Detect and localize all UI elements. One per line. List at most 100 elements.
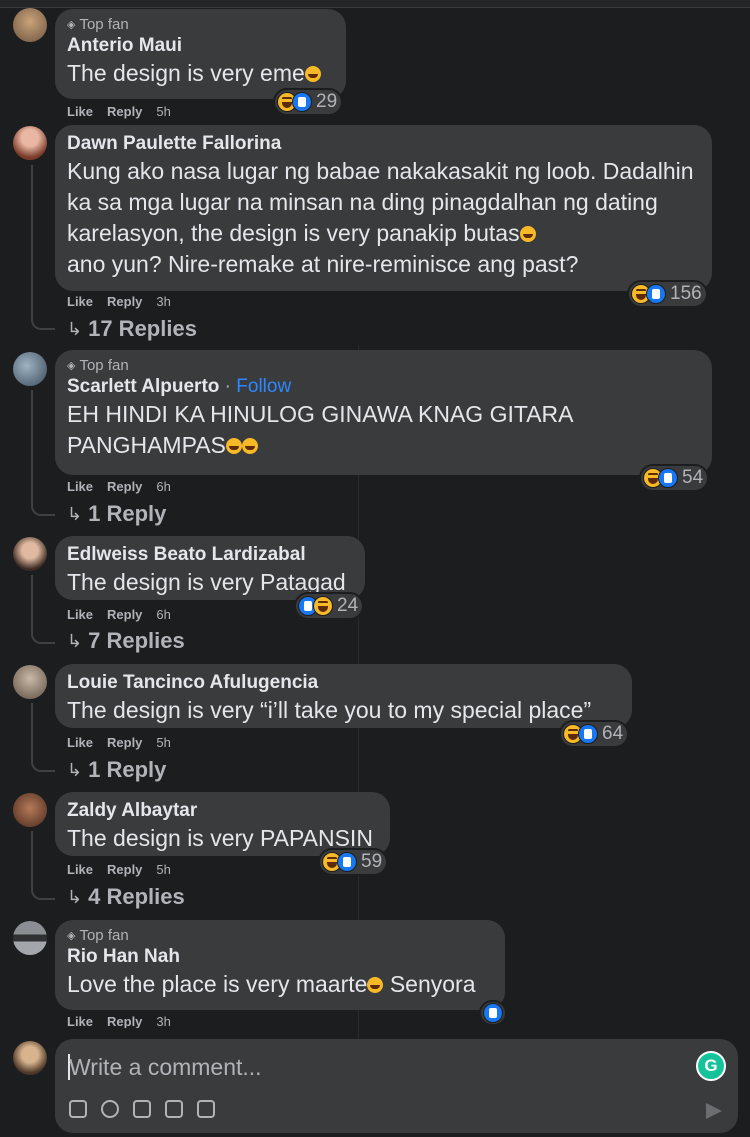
emoji-icon[interactable] [101,1100,119,1118]
comment-actions: Like Reply 6h [67,479,171,494]
current-user-avatar[interactable] [13,1041,47,1075]
comment-text: Love the place is very maarte Senyora [67,971,476,997]
follow-button[interactable]: Follow [236,376,291,397]
comment-timestamp[interactable]: 5h [156,862,170,877]
avatar[interactable] [13,793,47,827]
top-fan-badge: ◈ Top fan [67,927,129,944]
comment-text: EH HINDI KA HINULOG GINAWA KNAG GITARA P… [67,401,573,458]
reply-link[interactable]: Reply [107,1014,142,1028]
comment-bubble: Zaldy Albaytar The design is very PAPANS… [55,792,390,856]
send-icon[interactable] [706,1103,722,1119]
grin-sweat-emoji-icon [304,66,321,82]
top-divider [0,0,750,8]
reply-arrow-icon: ↳ [67,886,83,907]
reply-link[interactable]: Reply [107,479,142,494]
reaction-count: 24 [337,595,359,616]
comment-timestamp[interactable]: 5h [156,735,170,750]
reply-arrow-icon: ↳ [67,503,83,524]
like-link[interactable]: Like [67,1014,93,1028]
reaction-summary[interactable] [481,1002,505,1024]
commenter-name[interactable]: Rio Han Nah [67,945,493,969]
avatar[interactable] [13,921,47,955]
reaction-summary[interactable]: 24 [296,594,363,618]
diamond-icon: ◈ [67,360,76,372]
avatar-sticker-icon[interactable] [69,1100,87,1118]
reply-link[interactable]: Reply [107,862,142,877]
commenter-name[interactable]: Zaldy Albaytar [67,799,378,823]
like-link[interactable]: Like [67,294,93,309]
commenter-name: Scarlett Alpuerto · Follow [67,376,292,397]
comment-timestamp[interactable]: 3h [156,294,170,309]
reaction-summary[interactable]: 29 [275,90,342,114]
comment-text: The design is very eme [67,58,334,89]
reaction-summary[interactable]: 64 [561,722,628,746]
comment-text: Kung ako nasa lugar ng babae nakakasakit… [67,158,694,277]
view-replies-link[interactable]: ↳ 1 Reply [67,501,166,527]
separator-dot: · [219,376,237,397]
comment-bubble: Louie Tancinco Afulugencia The design is… [55,664,632,728]
like-reaction-icon [337,852,357,872]
reaction-count: 29 [316,91,338,112]
rolling-laugh-emoji-icon [367,977,384,993]
like-link[interactable]: Like [67,862,93,877]
view-replies-link[interactable]: ↳ 1 Reply [67,757,166,783]
camera-icon[interactable] [133,1100,151,1118]
diamond-icon: ◈ [67,930,76,942]
comment-actions: Like Reply 3h [67,1014,171,1028]
like-reaction-icon [646,284,666,304]
like-link[interactable]: Like [67,479,93,494]
reaction-count: 64 [602,723,624,744]
avatar[interactable] [13,537,47,571]
comment-bubble: ◈ Top fan Rio Han Nah Love the place is v… [55,920,505,1010]
reply-link[interactable]: Reply [107,104,142,119]
view-replies-link[interactable]: ↳ 7 Replies [67,628,185,654]
view-replies-link[interactable]: ↳ 4 Replies [67,884,185,910]
avatar[interactable] [13,352,47,386]
reaction-summary[interactable]: 59 [320,850,387,874]
reaction-summary[interactable]: 156 [629,282,706,306]
avatar[interactable] [13,126,47,160]
like-reaction-icon [658,468,678,488]
grin-sweat-emoji-icon [519,226,536,242]
comment-timestamp[interactable]: 6h [156,607,170,622]
reply-link[interactable]: Reply [107,735,142,750]
thread-line [31,703,55,772]
like-reaction-icon [483,1003,503,1023]
commenter-name[interactable]: Louie Tancinco Afulugencia [67,671,620,695]
like-link[interactable]: Like [67,607,93,622]
reaction-summary[interactable]: 54 [641,466,708,490]
avatar[interactable] [13,8,47,42]
laughing-emoji-icon [225,438,242,454]
like-link[interactable]: Like [67,735,93,750]
thread-line [31,390,55,516]
view-replies-link[interactable]: ↳ 17 Replies [67,316,197,342]
comment-bubble: ◈ Top fan Scarlett Alpuerto · Follow EH H… [55,350,712,475]
thread-line [31,165,55,330]
reaction-count: 156 [670,283,702,304]
avatar[interactable] [13,665,47,699]
thread-line [31,831,55,900]
like-reaction-icon [292,92,312,112]
comment-timestamp[interactable]: 5h [156,104,170,119]
gif-icon[interactable] [165,1100,183,1118]
comment-composer: G [55,1039,738,1133]
comment-text: The design is very “i’ll take you to my … [67,697,592,723]
like-link[interactable]: Like [67,104,93,119]
comment-timestamp[interactable]: 6h [156,479,170,494]
sticker-icon[interactable] [197,1100,215,1118]
reply-link[interactable]: Reply [107,294,142,309]
comment-actions: Like Reply 5h [67,104,171,119]
reply-link[interactable]: Reply [107,607,142,622]
reaction-count: 59 [361,851,383,872]
commenter-name[interactable]: Edlweiss Beato Lardizabal [67,543,353,567]
reaction-count: 54 [682,467,704,488]
top-fan-badge: ◈ Top fan [67,16,129,33]
grammarly-icon[interactable]: G [696,1051,726,1081]
comment-timestamp[interactable]: 3h [156,1014,170,1028]
commenter-name[interactable]: Dawn Paulette Fallorina [67,132,700,156]
commenter-name[interactable]: Anterio Maui [67,34,334,58]
comment-actions: Like Reply 3h [67,294,171,309]
comment-input[interactable] [67,1049,671,1085]
comment-bubble: Dawn Paulette Fallorina Kung ako nasa lu… [55,125,712,291]
reply-arrow-icon: ↳ [67,759,83,780]
